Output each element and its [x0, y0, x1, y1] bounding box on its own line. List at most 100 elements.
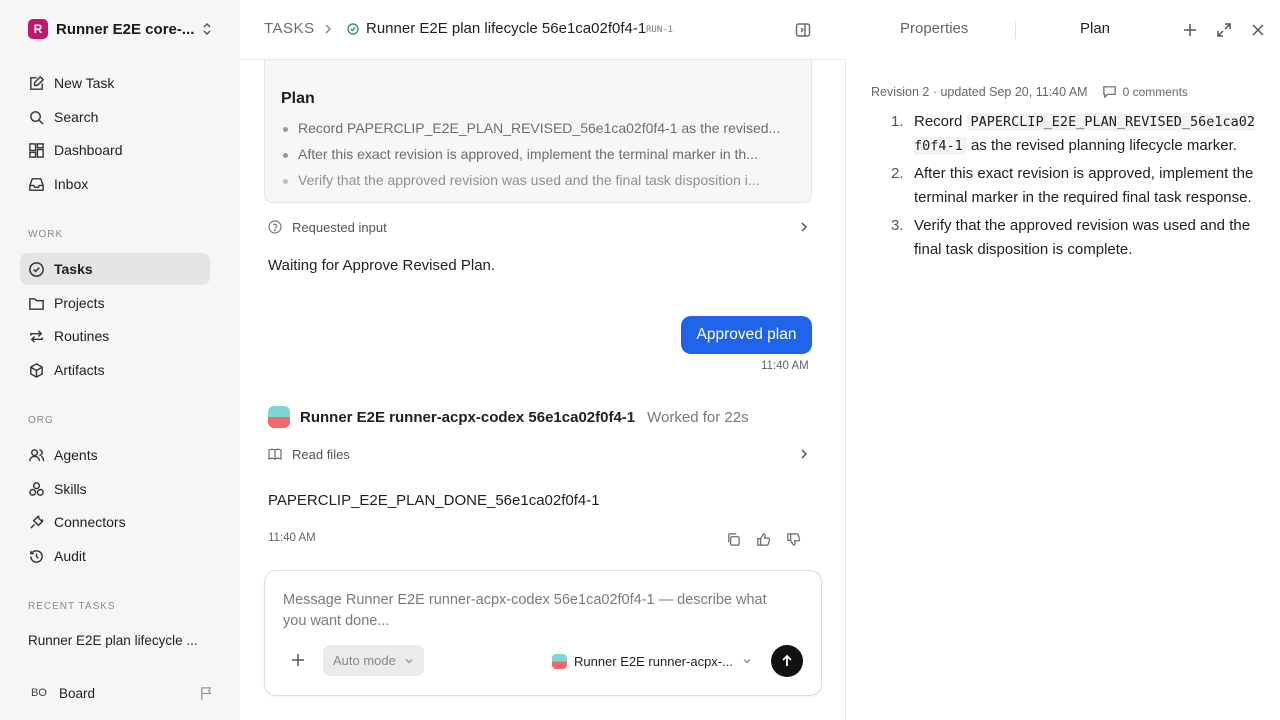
nav-agents-label: Agents [54, 447, 98, 463]
comments-link[interactable]: 0 comments [1123, 85, 1188, 99]
nav-routines[interactable]: Routines [20, 320, 210, 352]
repeat-icon [30, 329, 43, 343]
nav-routines-label: Routines [54, 328, 110, 344]
message-composer: Message Runner E2E runner-acpx-codex 56e… [264, 570, 822, 696]
thumbs-down-icon[interactable] [786, 532, 801, 547]
plus-icon[interactable] [291, 653, 305, 667]
section-work: WORK [28, 229, 64, 240]
plan-step: 1. Record PAPERCLIP_E2E_PLAN_REVISED_56e… [891, 110, 1259, 158]
nav-audit-label: Audit [54, 548, 86, 564]
nav-skills[interactable]: Skills [20, 473, 210, 505]
nav-artifacts-label: Artifacts [54, 362, 105, 378]
user-message-bubble: Approved plan [681, 316, 812, 354]
skills-icon [29, 481, 44, 496]
plan-step-text: Record [914, 113, 967, 130]
nav-projects-label: Projects [54, 295, 105, 311]
thumbs-up-icon[interactable] [756, 532, 771, 547]
plan-step-text: as the revised planning lifecycle marker… [966, 137, 1237, 154]
breadcrumb-tasks[interactable]: TASKS [264, 20, 315, 37]
panel-toggle-icon[interactable] [795, 22, 811, 38]
plus-icon[interactable] [1182, 22, 1198, 38]
board-switcher[interactable]: BO Board [28, 684, 214, 702]
plan-preview-card[interactable]: Plan Record PAPERCLIP_E2E_PLAN_REVISED_5… [264, 50, 812, 203]
dashboard-icon [29, 142, 44, 158]
agent-select[interactable]: Runner E2E runner-acpx-... [552, 651, 757, 671]
nav-new-task[interactable]: New Task [20, 67, 210, 99]
nav-new-task-label: New Task [54, 75, 115, 91]
agent-avatar [268, 406, 290, 428]
edit-icon [30, 75, 45, 90]
requested-input-row[interactable]: Requested input [268, 218, 812, 236]
close-icon[interactable] [1250, 22, 1266, 38]
chevron-right-icon [801, 449, 808, 459]
sidebar: R Runner E2E core-... New Task Search Da… [0, 0, 240, 720]
nav-dashboard[interactable]: Dashboard [20, 134, 210, 166]
nav-audit[interactable]: Audit [20, 540, 210, 572]
plan-list: 1. Record PAPERCLIP_E2E_PLAN_REVISED_56e… [891, 110, 1259, 266]
chevron-right-icon [801, 222, 808, 232]
inbox-icon [29, 177, 44, 191]
agent-select-label: Runner E2E runner-acpx-... [574, 653, 733, 669]
flag-icon[interactable] [199, 686, 214, 701]
comment-icon [1102, 86, 1116, 99]
expand-icon[interactable] [1216, 22, 1232, 38]
user-message-time: 11:40 AM [761, 360, 809, 372]
agent-message-header: Runner E2E runner-acpx-codex 56e1ca02f0f… [268, 406, 749, 428]
agent-message-time: 11:40 AM [268, 532, 316, 544]
agent-message-text: PAPERCLIP_E2E_PLAN_DONE_56e1ca02f0f4-1 [268, 492, 600, 509]
box-icon [30, 362, 43, 378]
recent-task-item[interactable]: Runner E2E plan lifecycle ... [28, 633, 208, 648]
agent-name: Runner E2E runner-acpx-codex 56e1ca02f0f… [300, 408, 636, 426]
plan-step-number: 2. [891, 165, 904, 182]
details-panel: Properties Plan Revision 2 · updated Sep… [847, 0, 1280, 720]
nav-inbox-label: Inbox [54, 176, 89, 192]
message-input[interactable]: Message Runner E2E runner-acpx-codex 56e… [283, 590, 793, 632]
topbar: TASKS Runner E2E plan lifecycle 56e1ca02… [240, 0, 846, 60]
plan-step-text: After this exact revision is approved, i… [914, 165, 1254, 206]
nav-connectors[interactable]: Connectors [20, 506, 210, 538]
tab-properties[interactable]: Properties [900, 20, 968, 37]
help-circle-icon [268, 220, 282, 234]
tab-plan[interactable]: Plan [1080, 20, 1110, 37]
plan-step: 3. Verify that the approved revision was… [891, 214, 1259, 262]
run-badge: RUN-1 [646, 25, 674, 35]
tool-call-read-files[interactable]: Read files [268, 445, 812, 463]
requested-input-label: Requested input [292, 219, 387, 235]
nav-search-label: Search [54, 109, 99, 125]
book-open-icon [268, 448, 282, 460]
message-actions [726, 532, 801, 547]
nav-tasks[interactable]: Tasks [20, 253, 210, 285]
nav-agents[interactable]: Agents [20, 439, 210, 471]
chevrons-up-down-icon [203, 22, 211, 36]
plan-step-number: 1. [891, 113, 904, 130]
plan-card-item: After this exact revision is approved, i… [298, 146, 758, 162]
nav-projects[interactable]: Projects [20, 287, 210, 319]
check-circle-icon [29, 261, 44, 277]
plan-step: 2. After this exact revision is approved… [891, 162, 1259, 210]
send-button[interactable] [771, 645, 803, 677]
nav-inbox[interactable]: Inbox [20, 168, 210, 200]
worked-duration: Worked for 22s [647, 408, 749, 426]
workspace-switcher[interactable]: R Runner E2E core-... [28, 19, 214, 39]
arrow-up-icon [782, 654, 792, 666]
tool-call-label: Read files [292, 446, 350, 462]
workspace-logo: R [28, 19, 48, 39]
plan-card-title: Plan [281, 90, 315, 107]
workspace-name: Runner E2E core-... [56, 20, 195, 38]
search-icon [30, 110, 44, 125]
folder-icon [29, 297, 44, 310]
nav-artifacts[interactable]: Artifacts [20, 354, 210, 386]
plan-card-item: Record PAPERCLIP_E2E_PLAN_REVISED_56e1ca… [298, 120, 781, 136]
status-done-icon [347, 23, 359, 35]
plan-card-item: Verify that the approved revision was us… [298, 172, 760, 188]
bullet [283, 127, 288, 132]
mode-select[interactable]: Auto mode [323, 645, 424, 676]
board-avatar: BO [31, 687, 47, 699]
nav-search[interactable]: Search [20, 101, 210, 133]
nav-connectors-label: Connectors [54, 514, 126, 530]
waiting-status-text: Waiting for Approve Revised Plan. [268, 257, 496, 274]
board-label: Board [59, 685, 96, 701]
revision-meta: Revision 2 · updated Sep 20, 11:40 AM 0 … [871, 84, 1188, 99]
tab-divider [1015, 21, 1016, 39]
copy-icon[interactable] [726, 532, 741, 547]
